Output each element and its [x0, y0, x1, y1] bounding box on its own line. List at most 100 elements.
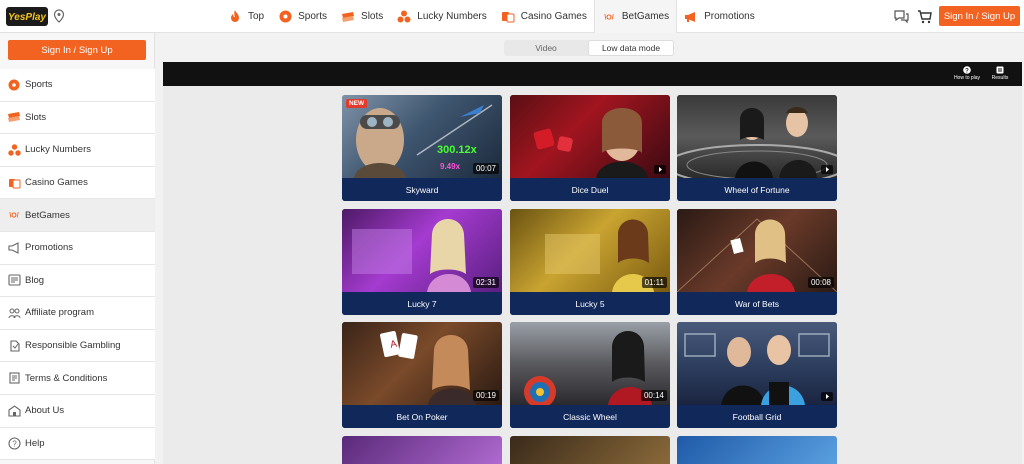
sidebar-item-label: Lucky Numbers [25, 144, 91, 156]
header-signin-button[interactable]: Sign In / Sign Up [939, 6, 1020, 26]
nav-casino-games[interactable]: Casino Games [494, 0, 594, 33]
game-card-partial[interactable] [677, 436, 837, 464]
chat-icon[interactable] [893, 9, 909, 24]
svg-text:YesPlay: YesPlay [8, 12, 46, 23]
betgames-icon: \O/ [7, 208, 21, 222]
game-thumbnail [510, 95, 670, 178]
game-header-bar: ? How to play Results [163, 62, 1022, 86]
sidebar-item-label: Casino Games [25, 177, 88, 189]
main-nav: Top Sports Slots Lucky Numbers Casino Ga… [221, 0, 762, 33]
help-icon: ? [7, 436, 21, 450]
slots-icon [341, 10, 355, 24]
nav-lucky-numbers[interactable]: Lucky Numbers [390, 0, 493, 33]
toggle-video[interactable]: Video [504, 40, 588, 56]
main-content: Video Low data mode ? How to play Result… [155, 33, 1024, 464]
yesplay-logo[interactable]: YesPlay [6, 7, 48, 26]
how-to-play-button[interactable]: ? How to play [952, 66, 982, 81]
sidebar-item-responsible-gambling[interactable]: Responsible Gambling [0, 329, 155, 363]
sidebar-item-promotions[interactable]: Promotions [0, 231, 155, 265]
game-duration: 00:19 [472, 390, 499, 401]
sidebar-item-label: Terms & Conditions [25, 372, 108, 384]
sidebar-item-help[interactable]: ? Help [0, 427, 155, 461]
betgames-icon: \O/ [602, 10, 616, 24]
game-duration: 00:08 [807, 277, 834, 288]
svg-text:?: ? [965, 68, 969, 74]
nav-top[interactable]: Top [221, 0, 271, 33]
sidebar-item-label: Help [25, 437, 45, 449]
location-pin-icon[interactable] [52, 9, 66, 23]
flame-icon [228, 10, 242, 24]
game-title: Lucky 5 [510, 292, 670, 315]
svg-text:\O/: \O/ [9, 213, 18, 220]
nav-label: Top [248, 11, 265, 22]
game-card-football-grid[interactable]: Football Grid [677, 322, 837, 428]
toggle-low-data-mode[interactable]: Low data mode [588, 40, 674, 56]
results-button[interactable]: Results [985, 66, 1015, 81]
game-card-classic-wheel[interactable]: 00:14 Classic Wheel [510, 322, 670, 428]
svg-text:\O/: \O/ [604, 14, 613, 21]
sidebar-item-label: BetGames [25, 209, 70, 221]
video-mode-toggle: Video Low data mode [504, 40, 674, 56]
cart-icon[interactable] [917, 9, 932, 24]
game-thumbnail [677, 95, 837, 178]
sidebar-item-about[interactable]: About Us [0, 394, 155, 428]
game-card-skyward[interactable]: NEW 300.12x 9.49x 00:07 Skyward [342, 95, 502, 201]
game-card-bet-on-poker[interactable]: A 00:19 Bet On Poker [342, 322, 502, 428]
multiplier-secondary: 9.49x [440, 162, 461, 171]
sidebar-item-affiliate[interactable]: Affiliate program [0, 297, 155, 330]
sidebar-item-label: Sports [25, 79, 53, 91]
nav-promotions[interactable]: Promotions [677, 0, 762, 33]
sidebar-item-label: Responsible Gambling [25, 340, 121, 352]
responsible-gambling-icon [7, 339, 21, 353]
soccer-ball-icon [278, 10, 292, 24]
nav-label: BetGames [621, 11, 670, 22]
results-icon [996, 66, 1004, 74]
game-card-war-of-bets[interactable]: 00:08 War of Bets [677, 209, 837, 315]
sidebar-signin-button[interactable]: Sign In / Sign Up [8, 40, 146, 60]
sidebar-item-sports[interactable]: Sports [0, 69, 155, 102]
top-bar: YesPlay Top Sports Slots Lucky Numbers C… [0, 0, 1024, 33]
game-card-dice-duel[interactable]: Dice Duel [510, 95, 670, 201]
game-card-partial[interactable] [342, 436, 502, 464]
sidebar-item-terms[interactable]: Terms & Conditions [0, 362, 155, 395]
sidebar-item-label: Affiliate program [25, 307, 94, 319]
terms-icon [7, 371, 21, 385]
question-icon: ? [963, 66, 971, 74]
game-card-lucky-7[interactable]: 02:31 Lucky 7 [342, 209, 502, 315]
game-card-partial[interactable] [510, 436, 670, 464]
game-duration: 00:07 [472, 163, 499, 174]
lucky-numbers-icon [7, 143, 21, 157]
megaphone-icon [7, 241, 21, 255]
game-title: War of Bets [677, 292, 837, 315]
sidebar-item-lucky-numbers[interactable]: Lucky Numbers [0, 134, 155, 167]
casino-icon [7, 176, 21, 190]
play-icon [654, 165, 666, 174]
sidebar-item-slots[interactable]: Slots [0, 101, 155, 135]
game-duration: 00:14 [640, 390, 667, 401]
nav-slots[interactable]: Slots [334, 0, 390, 33]
game-title: Classic Wheel [510, 405, 670, 428]
game-title: Dice Duel [510, 178, 670, 201]
nav-betgames[interactable]: \O/ BetGames [593, 0, 678, 33]
nav-label: Sports [298, 11, 328, 22]
sidebar-item-label: About Us [25, 405, 65, 417]
game-title: Wheel of Fortune [677, 178, 837, 201]
nav-label: Slots [361, 11, 384, 22]
blog-icon [7, 273, 21, 287]
nav-sports[interactable]: Sports [271, 0, 334, 33]
sidebar-item-casino-games[interactable]: Casino Games [0, 166, 155, 200]
slots-icon [7, 110, 21, 124]
game-card-wheel-of-fortune[interactable]: Wheel of Fortune [677, 95, 837, 201]
casino-icon [501, 10, 515, 24]
sidebar-item-blog[interactable]: Blog [0, 264, 155, 298]
affiliate-icon [7, 306, 21, 320]
game-title: Bet On Poker [342, 405, 502, 428]
play-icon [821, 392, 833, 401]
sidebar-item-label: Promotions [25, 242, 74, 254]
game-card-lucky-5[interactable]: 01:11 Lucky 5 [510, 209, 670, 315]
sidebar-menu: Sports Slots Lucky Numbers Casino Games … [0, 69, 155, 461]
game-title: Skyward [342, 178, 502, 201]
nav-label: Promotions [704, 11, 755, 22]
game-duration: 02:31 [472, 277, 499, 288]
sidebar-item-betgames[interactable]: \O/ BetGames [0, 199, 155, 232]
